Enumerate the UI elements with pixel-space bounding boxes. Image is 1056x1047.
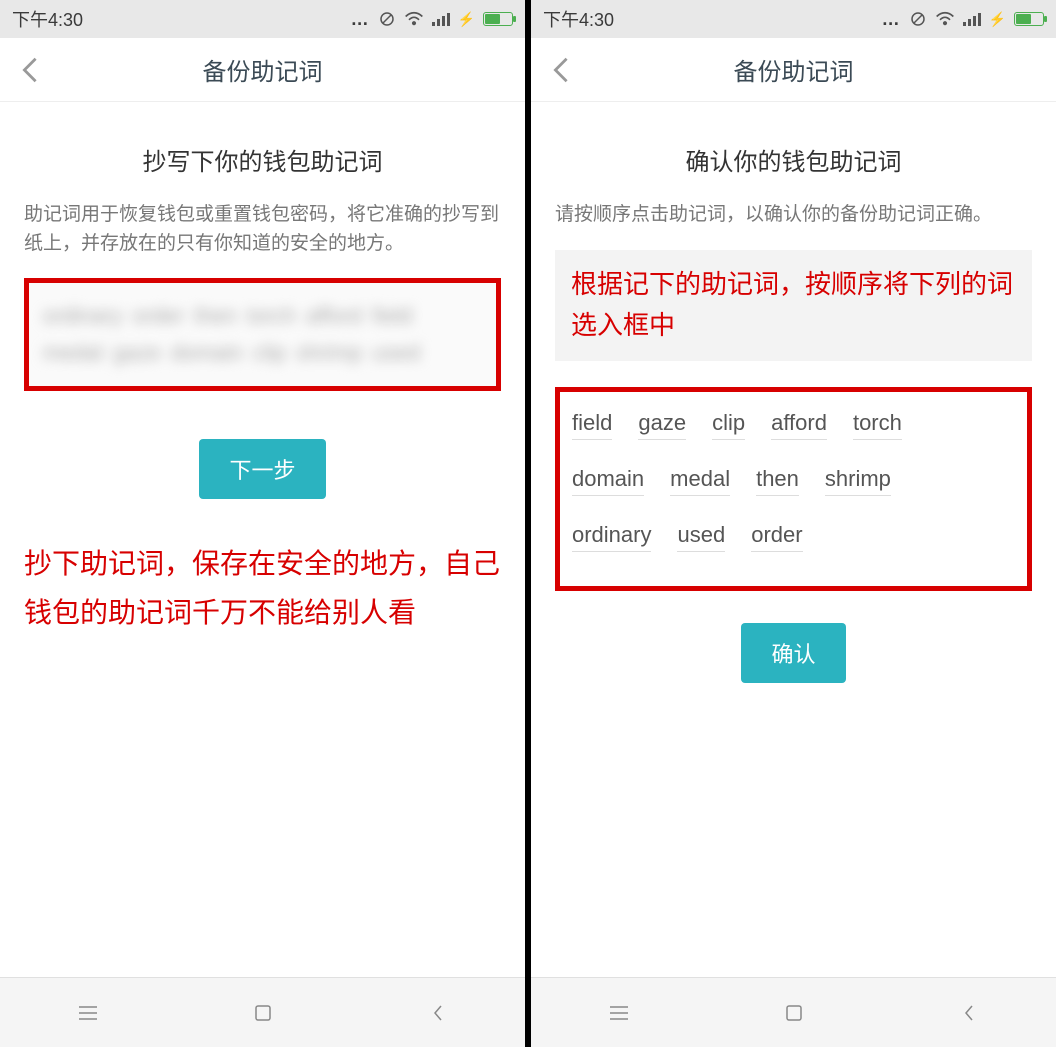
status-icons: … ⚡: [882, 9, 1044, 30]
chevron-left-icon: [962, 1003, 976, 1023]
back-button[interactable]: [547, 56, 575, 84]
mnemonic-words-blurred: ordinary order then torch afford field m…: [43, 297, 482, 372]
wifi-icon: [404, 11, 424, 27]
chevron-left-icon: [21, 56, 39, 84]
mnemonic-box: ordinary order then torch afford field m…: [24, 278, 501, 391]
phone-screen-backup: 下午4:30 … ⚡ 备份助记词 抄写下你的钱包助记词 助记词用于恢复钱包或重置…: [0, 0, 525, 1047]
more-icon: …: [351, 9, 370, 30]
content-area: 确认你的钱包助记词 请按顺序点击助记词，以确认你的备份助记词正确。 根据记下的助…: [531, 102, 1056, 977]
recent-apps-button[interactable]: [606, 1000, 632, 1026]
square-icon: [784, 1003, 804, 1023]
mnemonic-words-frame: field gaze clip afford torch domain meda…: [555, 387, 1032, 591]
next-button[interactable]: 下一步: [199, 439, 325, 499]
section-title: 抄写下你的钱包助记词: [24, 142, 501, 177]
word-chip[interactable]: gaze: [638, 410, 686, 440]
word-chip[interactable]: then: [756, 466, 799, 496]
recent-apps-button[interactable]: [75, 1000, 101, 1026]
battery-icon: [1014, 12, 1044, 26]
signal-icon: [963, 12, 981, 26]
nav-back-button[interactable]: [956, 1000, 982, 1026]
nav-back-button[interactable]: [425, 1000, 451, 1026]
word-chip[interactable]: medal: [670, 466, 730, 496]
back-button[interactable]: [16, 56, 44, 84]
section-desc: 请按顺序点击助记词，以确认你的备份助记词正确。: [555, 201, 1032, 230]
menu-icon: [608, 1005, 630, 1021]
chevron-left-icon: [552, 56, 570, 84]
app-header: 备份助记词: [0, 38, 525, 102]
more-icon: …: [882, 9, 901, 30]
square-icon: [253, 1003, 273, 1023]
page-title: 备份助记词: [531, 52, 1056, 87]
word-chip[interactable]: torch: [853, 410, 902, 440]
word-chip[interactable]: order: [751, 522, 802, 552]
mute-icon: [909, 10, 927, 28]
status-time: 下午4:30: [12, 6, 83, 32]
annotation-box: 根据记下的助记词，按顺序将下列的词选入框中: [555, 250, 1032, 361]
word-chip[interactable]: domain: [572, 466, 644, 496]
signal-icon: [432, 12, 450, 26]
word-chip[interactable]: ordinary: [572, 522, 651, 552]
confirm-button[interactable]: 确认: [741, 623, 845, 683]
menu-icon: [77, 1005, 99, 1021]
android-navbar: [531, 977, 1056, 1047]
section-desc: 助记词用于恢复钱包或重置钱包密码，将它准确的抄写到纸上，并存放在的只有你知道的安…: [24, 201, 501, 258]
word-chip[interactable]: afford: [771, 410, 827, 440]
battery-icon: [483, 12, 513, 26]
content-area: 抄写下你的钱包助记词 助记词用于恢复钱包或重置钱包密码，将它准确的抄写到纸上，并…: [0, 102, 525, 977]
wifi-icon: [935, 11, 955, 27]
android-navbar: [0, 977, 525, 1047]
home-button[interactable]: [781, 1000, 807, 1026]
word-chip[interactable]: shrimp: [825, 466, 891, 496]
word-chip[interactable]: field: [572, 410, 612, 440]
chevron-left-icon: [431, 1003, 445, 1023]
annotation-text: 抄下助记词，保存在安全的地方，自己钱包的助记词千万不能给别人看: [24, 539, 501, 637]
status-bar: 下午4:30 … ⚡: [531, 0, 1056, 38]
word-chip[interactable]: clip: [712, 410, 745, 440]
charging-icon: ⚡: [989, 11, 1006, 28]
app-header: 备份助记词: [531, 38, 1056, 102]
phone-screen-confirm: 下午4:30 … ⚡ 备份助记词 确认你的钱包助记词 请按顺序点击助记词，以确认…: [531, 0, 1056, 1047]
page-title: 备份助记词: [0, 52, 525, 87]
charging-icon: ⚡: [458, 11, 475, 28]
home-button[interactable]: [250, 1000, 276, 1026]
section-title: 确认你的钱包助记词: [555, 142, 1032, 177]
status-bar: 下午4:30 … ⚡: [0, 0, 525, 38]
status-time: 下午4:30: [543, 6, 614, 32]
status-icons: … ⚡: [351, 9, 513, 30]
mute-icon: [378, 10, 396, 28]
word-chip[interactable]: used: [677, 522, 725, 552]
